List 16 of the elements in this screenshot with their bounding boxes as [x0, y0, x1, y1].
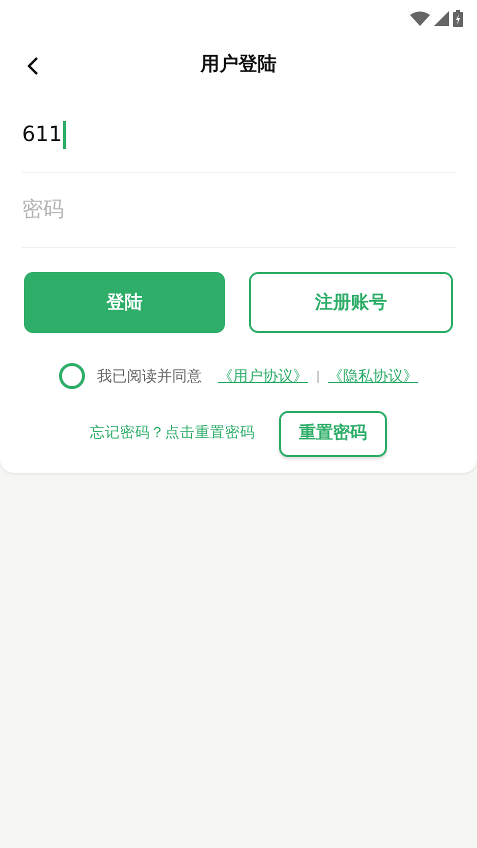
- user-agreement-link[interactable]: 《用户协议》: [218, 364, 308, 388]
- wifi-icon: [410, 10, 430, 26]
- reset-password-button[interactable]: 重置密码: [279, 411, 387, 456]
- privacy-agreement-link[interactable]: 《隐私协议》: [328, 364, 418, 388]
- signal-icon: [434, 10, 449, 26]
- separator: |: [316, 368, 320, 385]
- login-button[interactable]: 登陆: [24, 272, 224, 333]
- page-title: 用户登陆: [200, 52, 276, 77]
- agree-checkbox[interactable]: [58, 363, 85, 389]
- username-field[interactable]: 611: [22, 119, 66, 151]
- agreement-text: 我已阅读并同意: [96, 366, 202, 387]
- forgot-password-text: 忘记密码？点击重置密码: [90, 424, 255, 443]
- password-field[interactable]: 密码: [22, 194, 455, 226]
- battery-icon: [453, 10, 463, 26]
- back-icon[interactable]: [26, 56, 40, 76]
- register-button[interactable]: 注册账号: [248, 272, 453, 333]
